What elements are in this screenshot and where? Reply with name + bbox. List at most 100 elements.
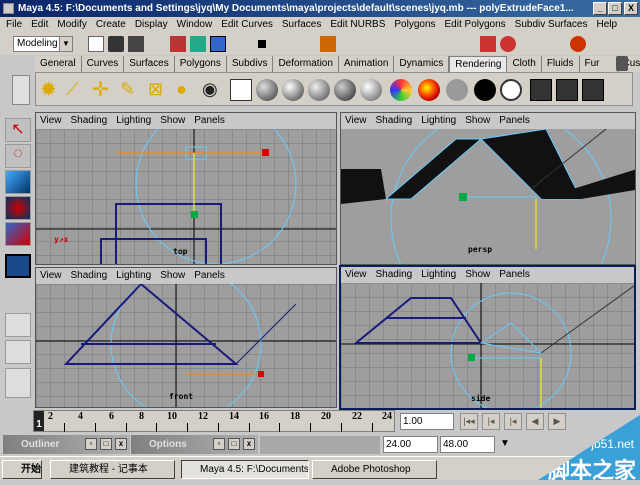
range-slider[interactable] [260, 436, 380, 454]
mode-selector[interactable]: Modeling▼ [13, 36, 73, 52]
tab-fluids[interactable]: Fluids [542, 56, 580, 72]
viewport-side[interactable]: side View Shading Lighting Show Panels [339, 265, 636, 410]
menu-view[interactable]: View [345, 113, 367, 129]
options-window[interactable]: Options ▫□x [131, 435, 258, 454]
tab-fur[interactable]: Fur [580, 56, 618, 72]
save-scene-icon[interactable] [128, 36, 144, 52]
menu-modify[interactable]: Modify [57, 17, 86, 33]
menu-polygons[interactable]: Polygons [394, 17, 435, 33]
menu-edit-curves[interactable]: Edit Curves [221, 17, 273, 33]
anisotropic-ball-icon[interactable] [360, 79, 382, 101]
menu-show[interactable]: Show [160, 268, 185, 284]
use-background-icon[interactable] [474, 79, 496, 101]
lock-selection-icon[interactable] [258, 40, 266, 48]
point-light-icon[interactable]: ✛ [92, 79, 114, 101]
menu-edit-nurbs[interactable]: Edit NURBS [330, 17, 385, 33]
close-icon[interactable]: x [243, 438, 255, 450]
scale-tool-icon[interactable] [5, 222, 31, 246]
move-tool-icon[interactable] [5, 170, 31, 194]
volume-light-icon[interactable]: ● [176, 79, 198, 101]
shading-map-icon[interactable] [500, 79, 522, 101]
restore-icon[interactable]: ▫ [213, 438, 225, 450]
render-view-icon[interactable] [530, 79, 552, 101]
outliner-window[interactable]: Outliner ▫□x [3, 435, 130, 454]
task-notepad[interactable]: 建筑教程 - 记事本 [50, 460, 175, 479]
phonge-ball-icon[interactable] [334, 79, 356, 101]
range-dropdown-icon[interactable]: ▼ [500, 438, 510, 449]
single-pane-layout-icon[interactable] [5, 313, 31, 337]
tab-subdivs[interactable]: Subdivs [227, 56, 274, 72]
tab-animation[interactable]: Animation [339, 56, 394, 72]
menu-panels[interactable]: Panels [499, 113, 530, 129]
play-backward-button[interactable]: ◀ [526, 413, 544, 430]
tab-deformation[interactable]: Deformation [273, 56, 338, 72]
tab-general[interactable]: General [35, 56, 82, 72]
render-icon[interactable] [480, 36, 496, 52]
play-forward-button[interactable]: ▶ [548, 413, 566, 430]
lambert-ball-icon[interactable] [256, 79, 278, 101]
ipr-icon[interactable] [500, 36, 516, 52]
menu-panels[interactable]: Panels [194, 113, 225, 129]
tab-dynamics[interactable]: Dynamics [394, 56, 449, 72]
viewport-persp[interactable]: persp View Shading Lighting Show Panels [340, 112, 636, 265]
menu-shading[interactable]: Shading [376, 113, 413, 129]
close-icon[interactable]: x [115, 438, 127, 450]
select-hierarchy-icon[interactable] [170, 36, 186, 52]
area-light-icon[interactable]: ⊠ [148, 79, 170, 101]
go-to-start-button[interactable]: |◂◂ [460, 413, 478, 430]
viewport-front[interactable]: front View Shading Lighting Show Panels [35, 267, 337, 408]
menu-shading[interactable]: Shading [71, 113, 108, 129]
ramp-shader-icon[interactable] [390, 79, 412, 101]
menu-view[interactable]: View [40, 268, 62, 284]
hypershade-icon[interactable] [230, 79, 252, 101]
viewport-top[interactable]: top y↗x View Shading Lighting Show Panel… [35, 112, 337, 265]
surface-shader-icon[interactable] [446, 79, 468, 101]
menu-view[interactable]: View [345, 267, 367, 283]
outliner-layout-icon[interactable] [5, 368, 31, 398]
menu-window[interactable]: Window [177, 17, 213, 33]
lasso-tool-icon[interactable]: ◌ [5, 144, 31, 168]
select-tool-icon[interactable]: ↖ [5, 118, 31, 142]
tab-polygons[interactable]: Polygons [175, 56, 227, 72]
current-time-field[interactable]: 1.00 [400, 413, 454, 430]
magnet-icon[interactable] [570, 36, 586, 52]
menu-show[interactable]: Show [465, 113, 490, 129]
task-maya[interactable]: Maya 4.5: F:\Documents... [181, 460, 309, 479]
menu-file[interactable]: File [6, 17, 22, 33]
start-button[interactable]: 开始 [2, 460, 42, 479]
menu-panels[interactable]: Panels [499, 267, 530, 283]
minimize-button[interactable]: _ [593, 2, 607, 15]
maximize-icon[interactable]: □ [228, 438, 240, 450]
manipulator-tool-icon[interactable] [5, 254, 31, 278]
menu-view[interactable]: View [40, 113, 62, 129]
select-component-icon[interactable] [210, 36, 226, 52]
menu-help[interactable]: Help [597, 17, 618, 33]
select-object-icon[interactable] [190, 36, 206, 52]
step-back-key-button[interactable]: |◂ [482, 413, 500, 430]
menu-lighting[interactable]: Lighting [116, 113, 151, 129]
menu-edit-polygons[interactable]: Edit Polygons [445, 17, 506, 33]
menu-panels[interactable]: Panels [194, 268, 225, 284]
spot-light-icon[interactable]: ✎ [120, 79, 142, 101]
menu-lighting[interactable]: Lighting [421, 113, 456, 129]
rotate-tool-icon[interactable] [5, 196, 31, 220]
render-globals-icon[interactable] [582, 79, 604, 101]
menu-shading[interactable]: Shading [376, 267, 413, 283]
task-photoshop[interactable]: Adobe Photoshop [312, 460, 437, 479]
menu-show[interactable]: Show [465, 267, 490, 283]
menu-display[interactable]: Display [135, 17, 168, 33]
menu-surfaces[interactable]: Surfaces [282, 17, 321, 33]
tab-curves[interactable]: Curves [82, 56, 125, 72]
time-slider[interactable]: 1 2 4 6 8 10 12 14 16 18 20 22 24 [33, 410, 395, 432]
step-back-frame-button[interactable]: |◂ [504, 413, 522, 430]
tab-cloth[interactable]: Cloth [507, 56, 541, 72]
tab-rendering[interactable]: Rendering [449, 56, 507, 72]
maximize-icon[interactable]: □ [100, 438, 112, 450]
new-scene-icon[interactable] [88, 36, 104, 52]
blinn-ball-icon[interactable] [282, 79, 304, 101]
ipr-render-icon[interactable] [556, 79, 578, 101]
menu-shading[interactable]: Shading [71, 268, 108, 284]
close-button[interactable]: X [624, 2, 638, 15]
snap-icon[interactable] [320, 36, 336, 52]
range-max-field[interactable]: 48.00 [440, 436, 495, 453]
